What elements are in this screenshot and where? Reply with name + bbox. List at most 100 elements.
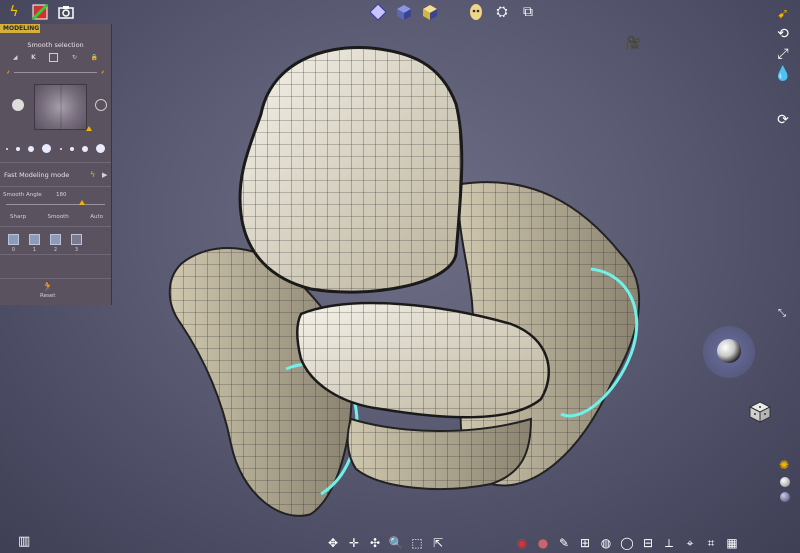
camera-icon[interactable] <box>56 2 76 22</box>
level-label: 0 <box>11 247 16 253</box>
fit-icon[interactable]: ⇱ <box>430 535 446 551</box>
brush-size-dots <box>6 144 105 153</box>
smooth-angle-slider[interactable] <box>6 204 105 205</box>
level-item[interactable]: 0 <box>8 234 19 253</box>
divider <box>0 186 111 187</box>
size-dot[interactable] <box>59 147 62 150</box>
top-center-toolbar: ⛭ ⧉ <box>368 0 538 24</box>
zoom-icon[interactable]: 🔍 <box>388 535 404 551</box>
render-icon[interactable]: ⛭ <box>492 2 512 22</box>
snap-icon[interactable]: ⌖ <box>682 535 698 551</box>
level-item[interactable]: 3 <box>71 234 82 253</box>
slider-knob[interactable] <box>79 200 85 205</box>
mode-auto[interactable]: Auto <box>90 214 103 220</box>
rotate-view-icon[interactable]: ✣ <box>367 535 383 551</box>
navigation-sphere-icon <box>717 339 741 363</box>
3d-viewport[interactable] <box>111 24 771 529</box>
color-palette-icon[interactable] <box>30 2 50 22</box>
cube-yellow-icon[interactable] <box>420 2 440 22</box>
level-icon <box>29 234 40 245</box>
level-label: 3 <box>74 247 79 253</box>
pointer-tool-icon[interactable]: ➹ <box>773 4 793 24</box>
falloff-pad[interactable] <box>34 84 92 131</box>
level-item[interactable]: 2 <box>50 234 61 253</box>
globe-icon[interactable]: ◯ <box>619 535 635 551</box>
brush-alt-icon[interactable]: ⸙ <box>100 68 105 76</box>
select-point-icon[interactable]: ◢ <box>13 54 18 61</box>
cube-solid-icon[interactable] <box>394 2 414 22</box>
reset-icon: 🏃 <box>41 282 54 293</box>
bottom-display-toolbar: ◉ ● ✎ ⊞ ◍ ◯ ⊟ ⟂ ⌖ ⌗ ▦ <box>514 535 740 551</box>
navigation-ball[interactable] <box>703 326 755 378</box>
orientation-icon[interactable]: ⤡ <box>778 308 786 319</box>
frame-icon[interactable]: ⬚ <box>409 535 425 551</box>
smooth-selection-label: Smooth selection <box>27 41 84 49</box>
material-icon[interactable]: ● <box>535 535 551 551</box>
sphere-small-icon[interactable] <box>780 477 790 487</box>
stamp-icon[interactable] <box>12 99 24 111</box>
brush-icon[interactable]: ✎ <box>556 535 572 551</box>
sphere-icon[interactable]: ◍ <box>598 535 614 551</box>
level-icon <box>8 234 19 245</box>
size-dot[interactable] <box>42 144 52 153</box>
mode-sharp[interactable]: Sharp <box>10 214 26 220</box>
move-icon[interactable]: ✥ <box>325 535 341 551</box>
expand-arrow-icon[interactable]: ▶ <box>102 171 107 179</box>
object-list-icon[interactable]: ▥ <box>18 534 30 549</box>
view-cube-icon[interactable] <box>748 400 772 428</box>
level-label: 1 <box>32 247 37 253</box>
top-left-toolbar: ϟ <box>0 0 76 24</box>
fast-modeling-label: Fast Modeling mode <box>4 171 70 179</box>
scale-icon[interactable]: ⤢ <box>773 44 793 64</box>
reset-label: Reset <box>40 293 56 299</box>
refresh-icon[interactable]: ↻ <box>72 54 77 61</box>
water-drop-icon[interactable]: 💧 <box>773 64 793 84</box>
rotate-icon[interactable]: ⟲ <box>773 24 793 44</box>
size-dot[interactable] <box>16 146 21 151</box>
smooth-angle-value: 180 <box>56 192 67 198</box>
axis-icon[interactable]: ⟂ <box>661 535 677 551</box>
eye-icon[interactable]: ◉ <box>514 535 530 551</box>
size-dot[interactable] <box>69 146 74 151</box>
transform-icon[interactable]: ⟳ <box>773 110 793 130</box>
camera-indicator-icon[interactable]: 🎥 <box>625 36 641 51</box>
lock-icon[interactable]: 🔒 <box>91 54 98 61</box>
divider <box>0 278 111 279</box>
right-toolbar: ➹ ⟲ ⤢ 💧 ⟳ <box>772 4 794 130</box>
brush-icon[interactable]: ⸙ <box>6 68 11 76</box>
reset-button[interactable]: 🏃 Reset <box>40 282 55 299</box>
divider <box>0 162 111 163</box>
light-icon[interactable] <box>368 2 388 22</box>
level-icon <box>50 234 61 245</box>
level-icon <box>71 234 82 245</box>
size-dot[interactable] <box>95 144 105 153</box>
bottom-nav-toolbar: ✥ ✛ ✣ 🔍 ⬚ ⇱ <box>325 535 446 551</box>
display-icon[interactable]: ⧉ <box>518 2 538 22</box>
selection-tools-row: ◢ K ↻ 🔒 <box>0 53 111 62</box>
smooth-modes: Sharp Smooth Auto <box>10 214 103 220</box>
level-item[interactable]: 1 <box>29 234 40 253</box>
select-face-icon[interactable] <box>49 53 59 62</box>
armchair-model <box>168 46 641 517</box>
wireframe-icon[interactable]: ⌗ <box>703 535 719 551</box>
fast-modeling-toggle[interactable]: ϟ <box>90 170 95 179</box>
grid-icon[interactable]: ⊟ <box>640 535 656 551</box>
panel-title: MODELING <box>0 24 40 33</box>
falloff-reset-icon[interactable] <box>95 99 107 111</box>
mode-smooth[interactable]: Smooth <box>48 214 69 220</box>
sphere-small-icon[interactable] <box>780 492 790 502</box>
divider <box>0 254 111 255</box>
table-icon[interactable]: ▦ <box>724 535 740 551</box>
level-label: 2 <box>53 247 58 253</box>
settings-icon[interactable]: ⊞ <box>577 535 593 551</box>
select-edge-icon[interactable]: K <box>31 54 36 61</box>
size-dot[interactable] <box>6 147 8 150</box>
size-dot[interactable] <box>81 145 88 152</box>
mask-icon[interactable] <box>466 2 486 22</box>
pan-icon[interactable]: ✛ <box>346 535 362 551</box>
size-dot[interactable] <box>28 145 35 152</box>
light-settings-icon[interactable]: ✺ <box>779 458 789 472</box>
subdivision-levels: 0 1 2 3 <box>8 234 82 253</box>
modeling-panel: MODELING Smooth selection ◢ K ↻ 🔒 ⸙ ⸙ Fa… <box>0 24 112 305</box>
flash-icon[interactable]: ϟ <box>4 2 24 22</box>
